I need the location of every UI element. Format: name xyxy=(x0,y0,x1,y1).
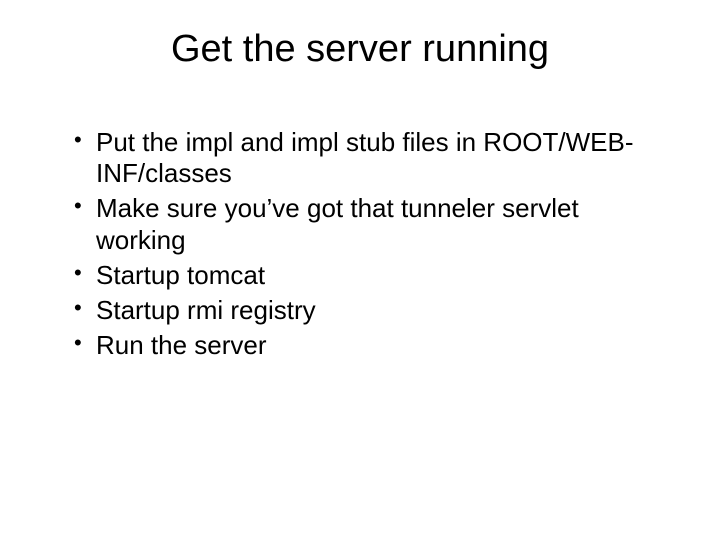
list-item: Run the server xyxy=(74,330,670,361)
slide-title: Get the server running xyxy=(50,28,670,71)
bullet-list: Put the impl and impl stub files in ROOT… xyxy=(50,127,670,361)
list-item: Make sure you’ve got that tunneler servl… xyxy=(74,193,670,255)
list-item: Startup tomcat xyxy=(74,260,670,291)
list-item: Startup rmi registry xyxy=(74,295,670,326)
list-item: Put the impl and impl stub files in ROOT… xyxy=(74,127,670,189)
slide: Get the server running Put the impl and … xyxy=(0,0,720,540)
